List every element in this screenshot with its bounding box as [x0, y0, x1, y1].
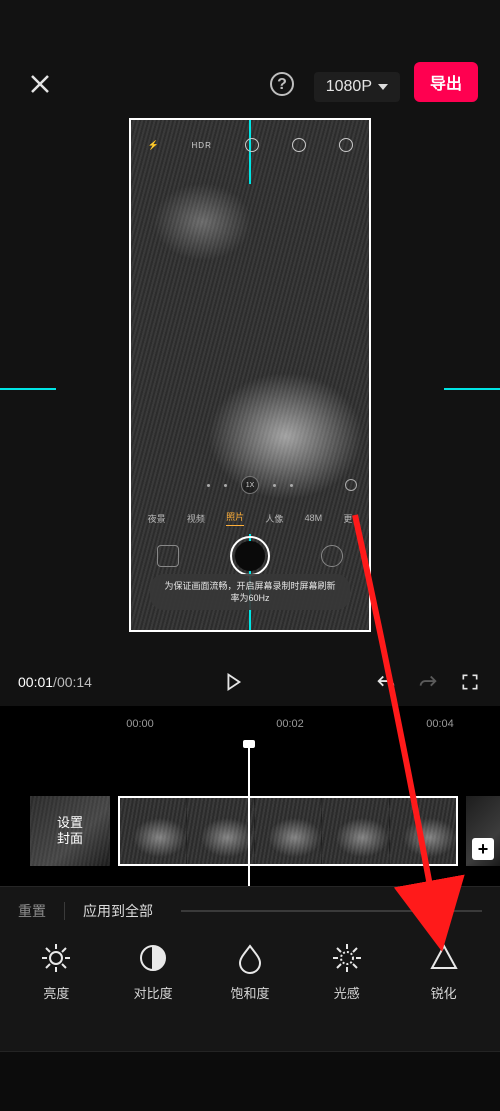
time-total: 00:14: [57, 674, 92, 690]
time-ruler: 00:00 00:02 00:04: [0, 718, 500, 736]
undo-icon: [375, 671, 397, 693]
mode-video: 视频: [187, 512, 205, 525]
clip-strip[interactable]: [118, 796, 458, 866]
top-bar: ? 1080P 导出: [0, 0, 500, 118]
contrast-icon: [137, 942, 169, 974]
mode-more: 更: [343, 512, 352, 525]
tool-label: 光感: [334, 983, 360, 1002]
divider: [64, 902, 65, 920]
tool-contrast[interactable]: 对比度: [117, 941, 189, 1002]
ruler-tick: 00:04: [426, 718, 454, 730]
tool-saturation[interactable]: 饱和度: [214, 941, 286, 1002]
clip-frame: [389, 798, 456, 864]
chevron-down-icon: [378, 84, 388, 90]
phone-camera-ui: ⚡ HDR 1X 夜景 视频 照片 人像 48M: [131, 120, 369, 630]
brightness-icon: [40, 942, 72, 974]
transport-bar: 00:01/00:14: [0, 658, 500, 706]
crop-guide-left: [0, 388, 56, 390]
bottom-strip: [0, 1051, 500, 1111]
redo-button[interactable]: [416, 670, 440, 694]
timer-icon: [245, 138, 259, 152]
camera-swap-icon: [321, 545, 343, 567]
close-button[interactable]: [22, 66, 58, 102]
tool-sharpen[interactable]: 锐化: [408, 941, 480, 1002]
help-icon: ?: [268, 70, 296, 98]
redo-icon: [417, 671, 439, 693]
mode-night: 夜景: [148, 512, 166, 525]
saturation-icon: [234, 942, 266, 974]
sharpen-icon: [428, 942, 460, 974]
ruler-tick: 00:02: [276, 718, 304, 730]
tool-brightness[interactable]: 亮度: [20, 941, 92, 1002]
play-button[interactable]: [221, 670, 245, 694]
clip-track[interactable]: 设置 封面 +: [0, 796, 500, 866]
tool-label: 对比度: [134, 983, 173, 1002]
help-button[interactable]: ?: [264, 66, 300, 102]
reset-button[interactable]: 重置: [18, 901, 46, 921]
next-clip[interactable]: +: [466, 796, 500, 866]
adjust-tools: 亮度 对比度 饱和度 光感 锐化: [0, 935, 500, 1002]
clip-frame: [321, 798, 388, 864]
settings-icon: [339, 138, 353, 152]
apply-all-button[interactable]: 应用到全部: [83, 901, 153, 921]
mode-hires: 48M: [305, 513, 323, 523]
clip-frame: [254, 798, 321, 864]
play-icon: [222, 671, 244, 693]
hdr-label: HDR: [192, 141, 212, 150]
time-current: 00:01: [18, 674, 53, 690]
flash-icon: ⚡: [147, 140, 158, 151]
tool-light[interactable]: 光感: [311, 941, 383, 1002]
svg-text:?: ?: [277, 76, 287, 93]
ruler-tick: 00:00: [126, 718, 154, 730]
shutter-icon: [230, 536, 270, 576]
crop-guide-right: [444, 388, 500, 390]
preview-frame[interactable]: ⚡ HDR 1X 夜景 视频 照片 人像 48M: [129, 118, 371, 632]
export-button[interactable]: 导出: [414, 62, 478, 102]
mode-photo: 照片: [226, 510, 244, 526]
clip-frame: [120, 798, 186, 864]
light-icon: [331, 942, 363, 974]
preview-stage: ⚡ HDR 1X 夜景 视频 照片 人像 48M: [0, 118, 500, 658]
tool-label: 锐化: [431, 983, 457, 1002]
set-cover-tile[interactable]: 设置 封面: [30, 796, 110, 866]
clip-frame: [186, 798, 253, 864]
fullscreen-icon: [460, 672, 480, 692]
value-slider[interactable]: [181, 910, 482, 912]
undo-button[interactable]: [374, 670, 398, 694]
tool-label: 亮度: [43, 983, 69, 1002]
tool-label: 饱和度: [230, 983, 269, 1002]
timeline[interactable]: 00:00 00:02 00:04 设置 封面 +: [0, 706, 500, 886]
playhead[interactable]: [248, 744, 250, 886]
filter-icon: [292, 138, 306, 152]
resolution-select[interactable]: 1080P: [314, 72, 400, 102]
zoom-value: 1X: [241, 476, 259, 494]
close-icon: [28, 72, 52, 96]
timecode: 00:01/00:14: [18, 674, 92, 690]
resolution-label: 1080P: [326, 78, 372, 96]
add-clip-button[interactable]: +: [472, 838, 494, 860]
phone-toast: 为保证画面流畅，开启屏幕录制时屏幕刷新率为60Hz: [150, 574, 350, 610]
lens-icon: [345, 479, 357, 491]
gallery-thumb: [157, 545, 179, 567]
adjust-header: 重置 应用到全部: [0, 887, 500, 935]
mode-portrait: 人像: [265, 512, 283, 525]
adjust-panel: 重置 应用到全部 亮度 对比度 饱和度 光感: [0, 886, 500, 1051]
fullscreen-button[interactable]: [458, 670, 482, 694]
